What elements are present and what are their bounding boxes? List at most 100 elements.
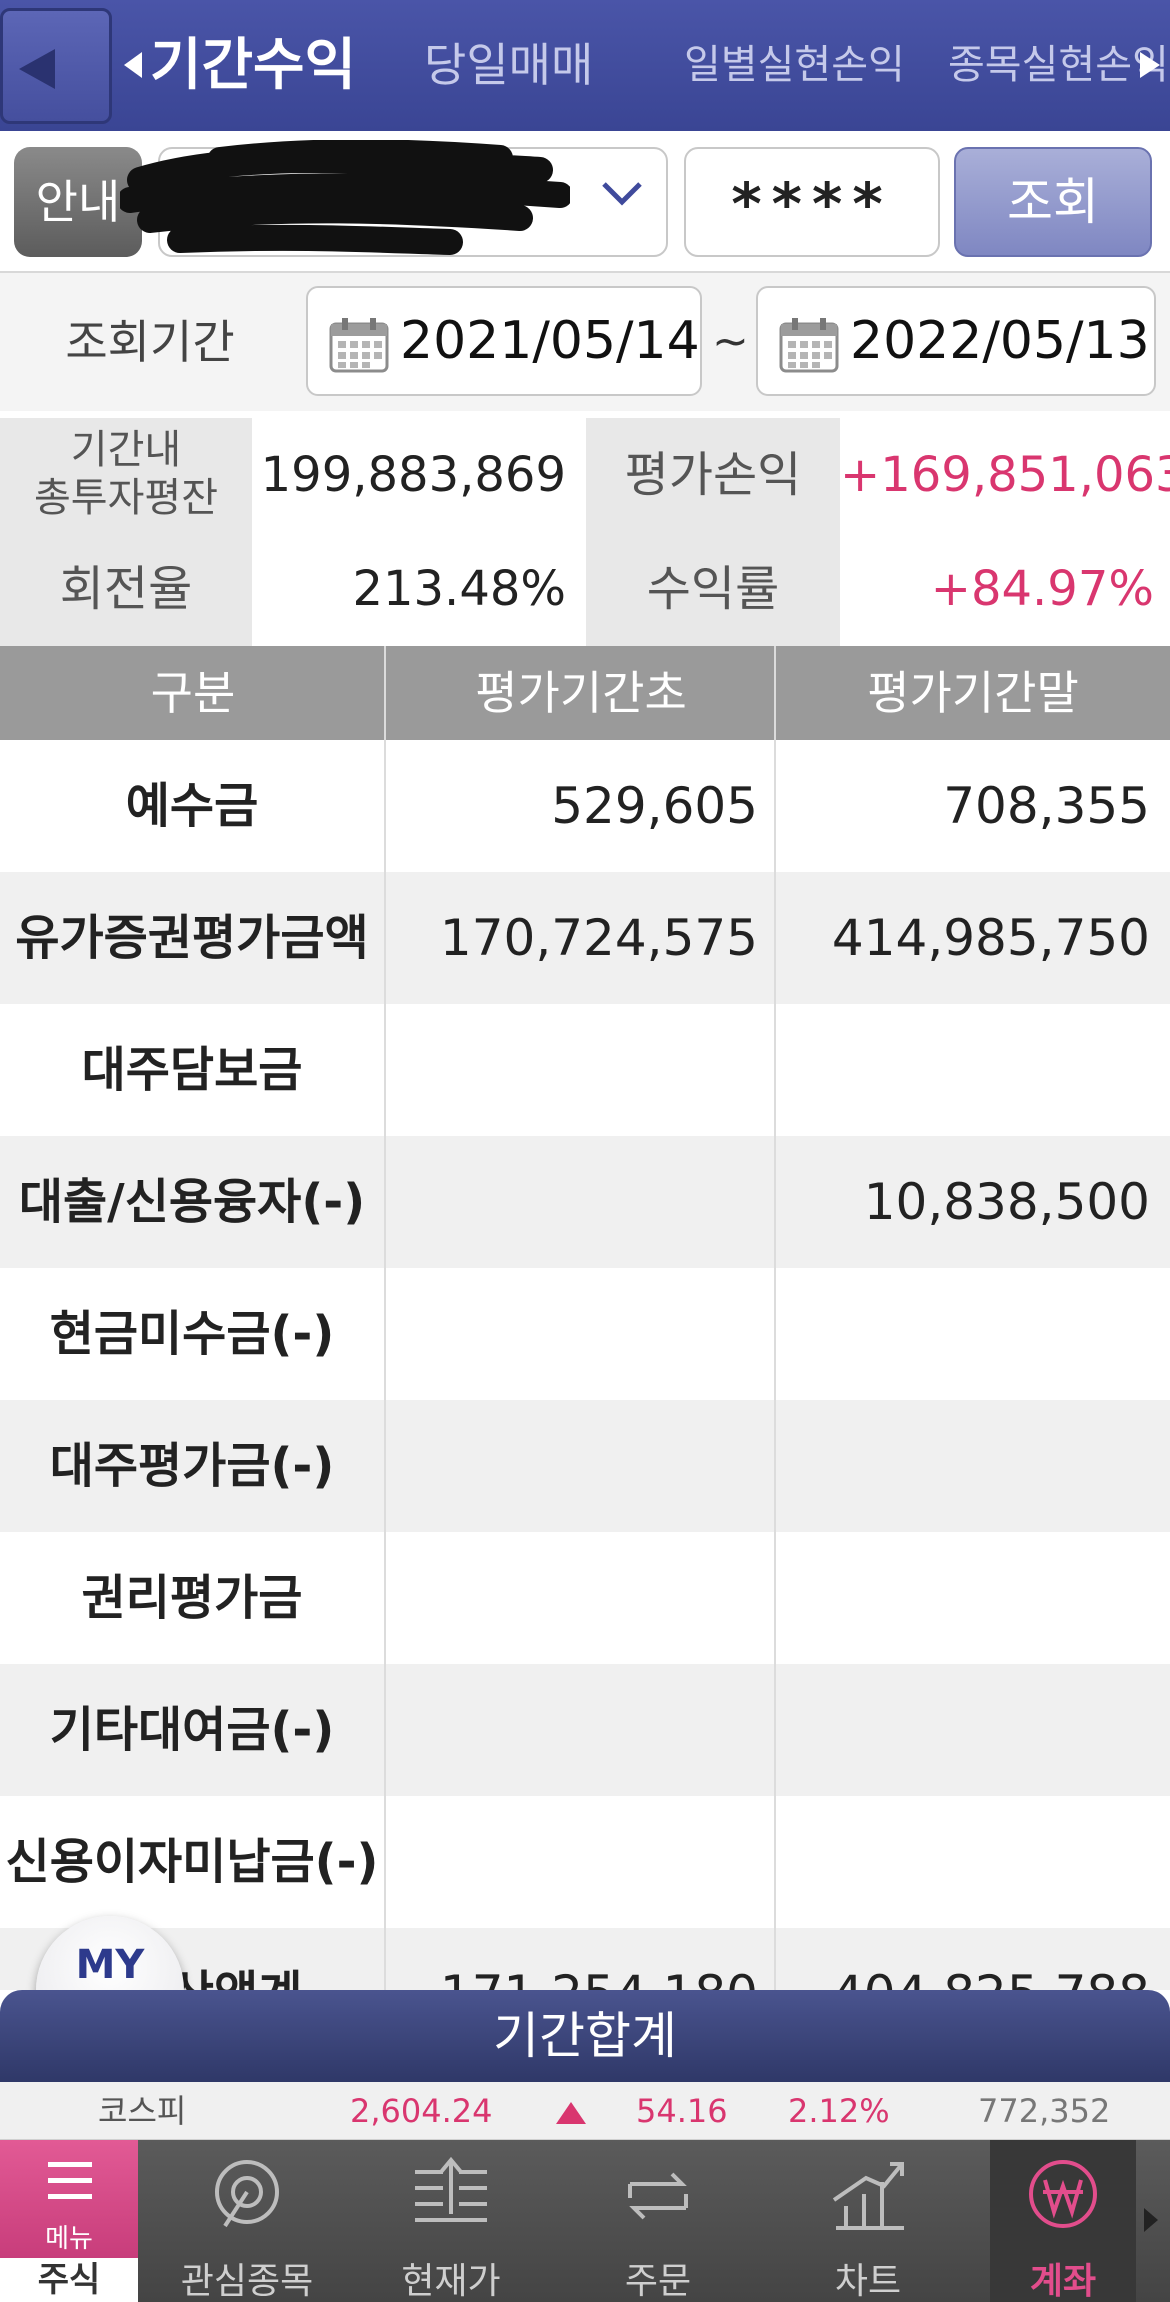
hamburger-icon	[48, 2194, 92, 2199]
ticker-volume: 772,352	[978, 2092, 1111, 2130]
return-rate-value: +84.97%	[840, 532, 1170, 646]
turnover-label: 회전율	[0, 532, 252, 646]
ticker-name: 코스피	[98, 2092, 187, 2130]
start-date-field[interactable]: 2021/05/14	[306, 286, 702, 396]
turnover-value: 213.48%	[252, 532, 582, 646]
nav-account[interactable]: 계좌	[990, 2140, 1136, 2302]
return-rate-label: 수익률	[586, 532, 840, 646]
table-row: 대출/신용융자(-) 10,838,500	[0, 1136, 1170, 1268]
calendar-icon	[779, 318, 839, 373]
valuation-pnl-label: 평가손익	[586, 418, 840, 532]
nav-next-arrow-icon[interactable]	[1144, 2208, 1158, 2232]
end-date-field[interactable]: 2022/05/13	[756, 286, 1156, 396]
row-label: 대출/신용융자(-)	[18, 1174, 366, 1230]
tab-stock-realized[interactable]: 종목실현손익	[948, 0, 1169, 131]
row-label: 현금미수금(-)	[49, 1306, 335, 1362]
summary-grid: 기간내 총투자평잔 199,883,869 평가손익 +169,851,063 …	[0, 418, 1170, 646]
nav-watchlist[interactable]: 관심종목	[152, 2140, 342, 2302]
table-row: 기타대여금(-)	[0, 1664, 1170, 1796]
nav-current-price-label: 현재가	[401, 2261, 501, 2302]
menu-button[interactable]: 메뉴 주식	[0, 2140, 138, 2302]
nav-order[interactable]: 주문	[560, 2140, 756, 2302]
tab-next-arrow-icon[interactable]	[1140, 52, 1160, 78]
ticker-percent: 2.12%	[788, 2092, 890, 2130]
table-row: 유가증권평가금액 170,724,575 414,985,750	[0, 872, 1170, 1004]
period-label: 조회기간	[65, 315, 235, 369]
nav-order-label: 주문	[624, 2261, 692, 2302]
asset-table[interactable]: 예수금 529,605 708,355 유가증권평가금액 170,724,575…	[0, 740, 1170, 1990]
row-end-value	[778, 1796, 1150, 1928]
row-label: 대주담보금	[81, 1042, 303, 1098]
column-divider	[774, 646, 776, 1990]
row-start-value	[386, 1400, 758, 1532]
row-end-value	[778, 1004, 1150, 1136]
valuation-pnl-value: +169,851,063	[840, 418, 1170, 532]
tab-daily-trade[interactable]: 당일매매	[424, 0, 593, 131]
nav-account-label: 계좌	[1029, 2261, 1097, 2302]
column-divider	[384, 646, 386, 1990]
row-start-value	[386, 1268, 758, 1400]
date-separator: ~	[712, 316, 749, 367]
row-start-value	[386, 1136, 758, 1268]
nav-chart-label: 차트	[834, 2261, 902, 2302]
row-end-value: 414,985,750	[831, 909, 1150, 967]
end-date-value: 2022/05/13	[850, 311, 1150, 371]
chevron-down-icon[interactable]	[600, 180, 644, 208]
row-end-value: 708,355	[943, 777, 1150, 835]
current-price-icon	[415, 2156, 487, 2222]
start-date-value: 2021/05/14	[400, 311, 700, 371]
row-end-value	[778, 1268, 1150, 1400]
ticker-change: 54.16	[636, 2092, 728, 2130]
avg-investment-value: 199,883,869	[252, 418, 582, 532]
watchlist-icon	[215, 2160, 279, 2228]
period-total-bar[interactable]: 기간합계	[0, 1990, 1170, 2082]
my-asset-label-top: MY	[75, 1942, 145, 1988]
nav-current-price[interactable]: 현재가	[356, 2140, 546, 2302]
row-start-value: 170,724,575	[439, 909, 758, 967]
tab-daily-realized[interactable]: 일별실현손익	[684, 0, 905, 131]
table-row: 대주평가금(-)	[0, 1400, 1170, 1532]
top-tab-bar: 기간수익 당일매매 일별실현손익 종목실현손익	[0, 0, 1170, 131]
row-end-value	[778, 1400, 1150, 1532]
row-start-value: 171,254,180	[386, 1928, 758, 1990]
table-row: 예수금 529,605 708,355	[0, 740, 1170, 872]
row-end-value: 10,838,500	[863, 1173, 1150, 1231]
row-label: 대주평가금(-)	[49, 1438, 335, 1494]
hamburger-icon	[48, 2178, 92, 2183]
period-row: 조회기간 2021/05/14 ~ 2022/05/13	[0, 273, 1170, 411]
chart-icon	[832, 2162, 904, 2230]
column-header-period-start: 평가기간초	[475, 666, 687, 720]
nav-watchlist-label: 관심종목	[180, 2261, 314, 2302]
row-start-value	[386, 1664, 758, 1796]
column-header-category: 구분	[150, 666, 236, 720]
row-end-value	[778, 1664, 1150, 1796]
row-end-value	[778, 1532, 1150, 1664]
tab-prev-arrow-icon[interactable]	[124, 52, 142, 78]
kospi-ticker[interactable]: 코스피 2,604.24 54.16 2.12% 772,352	[0, 2082, 1170, 2140]
row-start-value	[386, 1532, 758, 1664]
period-total-label: 기간합계	[493, 2007, 677, 2065]
row-label: 예수금	[125, 778, 259, 834]
back-button[interactable]	[0, 8, 112, 124]
menu-button-top: 메뉴	[0, 2140, 138, 2258]
up-triangle-icon	[556, 2102, 586, 2124]
tab-period-profit[interactable]: 기간수익	[150, 0, 356, 131]
row-label: 유가증권평가금액	[15, 910, 369, 966]
row-start-value: 529,605	[551, 777, 758, 835]
column-header-period-end: 평가기간말	[867, 666, 1079, 720]
avg-investment-label-line2: 총투자평잔	[34, 475, 218, 521]
table-header: 구분 평가기간초 평가기간말	[0, 646, 1170, 740]
won-icon	[1029, 2160, 1097, 2228]
table-row: 현금미수금(-)	[0, 1268, 1170, 1400]
password-input[interactable]: ****	[684, 147, 940, 257]
calendar-icon	[329, 318, 389, 373]
nav-chart[interactable]: 차트	[770, 2140, 966, 2302]
avg-investment-label: 기간내 총투자평잔	[0, 418, 252, 532]
row-label: 권리평가금	[81, 1570, 303, 1626]
bottom-nav: 메뉴 주식 관심종목 현재가 주문 차트 계좌	[0, 2140, 1170, 2302]
order-icon	[628, 2172, 688, 2220]
query-button[interactable]: 조회	[954, 147, 1152, 257]
row-label: 기타대여금(-)	[49, 1702, 335, 1758]
stock-menu-label[interactable]: 주식	[0, 2258, 138, 2302]
menu-label: 메뉴	[45, 2224, 93, 2254]
